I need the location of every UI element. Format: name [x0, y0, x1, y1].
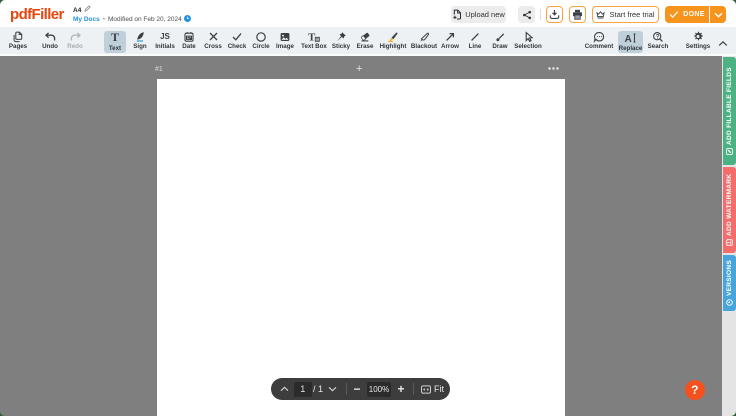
- svg-text:A: A: [624, 33, 631, 43]
- svg-text:T: T: [308, 31, 316, 43]
- svg-text:?: ?: [656, 33, 660, 40]
